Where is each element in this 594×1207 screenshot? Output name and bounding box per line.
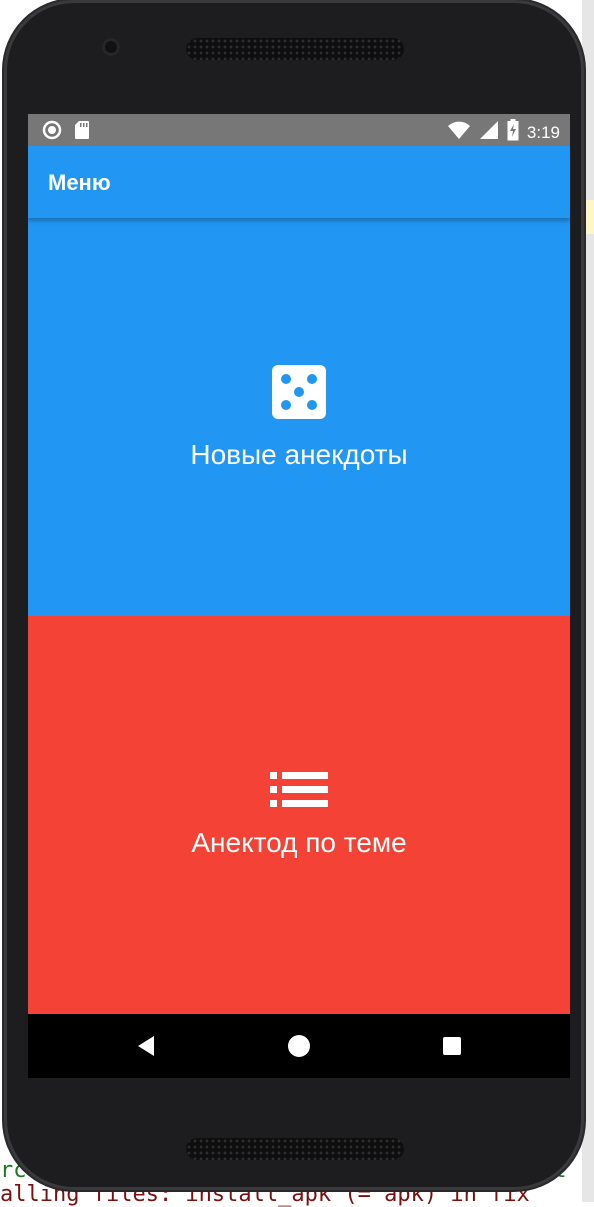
app-bar-title: Меню xyxy=(48,170,111,195)
recents-icon[interactable] xyxy=(440,1034,464,1058)
home-icon[interactable] xyxy=(287,1034,311,1058)
phone-frame: 3:19 Меню Новые анекдоты Анектод по теме xyxy=(4,0,584,1190)
notification-circle-icon xyxy=(42,120,62,145)
status-time: 3:19 xyxy=(526,122,560,142)
status-bar: 3:19 xyxy=(28,114,570,146)
front-camera xyxy=(102,38,120,56)
back-icon[interactable] xyxy=(134,1034,158,1058)
wifi-icon xyxy=(447,120,471,145)
battery-charging-icon xyxy=(507,119,519,146)
dice-icon xyxy=(271,364,327,425)
new-jokes-button[interactable]: Новые анекдоты xyxy=(28,218,570,616)
joke-by-topic-label: Анектод по теме xyxy=(191,826,407,858)
bottom-speaker-grille xyxy=(186,1138,404,1160)
new-jokes-label: Новые анекдоты xyxy=(190,438,408,470)
top-speaker-grille xyxy=(186,38,404,60)
list-icon xyxy=(270,771,328,813)
device-screen: 3:19 Меню Новые анекдоты Анектод по теме xyxy=(28,114,570,1078)
sd-card-icon xyxy=(74,120,90,145)
joke-by-topic-button[interactable]: Анектод по теме xyxy=(28,616,570,1014)
signal-icon xyxy=(479,120,499,145)
navigation-bar xyxy=(28,1014,570,1078)
app-bar: Меню xyxy=(28,146,570,218)
